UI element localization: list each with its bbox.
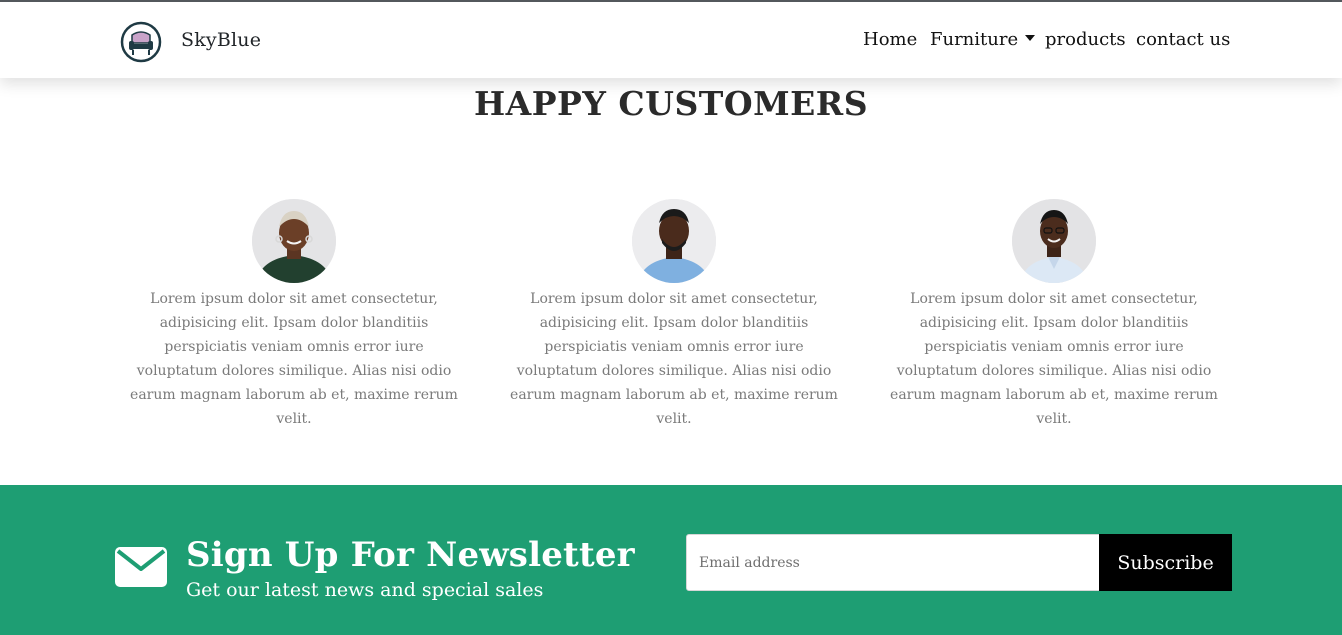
testimonial-text: Lorem ipsum dolor sit amet consectetur, …	[130, 291, 458, 427]
testimonial-text: Lorem ipsum dolor sit amet consectetur, …	[510, 291, 838, 427]
customer-man-avatar	[632, 199, 716, 283]
testimonial-text: Lorem ipsum dolor sit amet consectetur, …	[890, 291, 1218, 427]
newsletter-title: Sign Up For Newsletter	[186, 535, 635, 575]
testimonial-card: Lorem ipsum dolor sit amet consectetur, …	[504, 199, 844, 431]
brand-name[interactable]: SkyBlue	[181, 29, 261, 51]
nav-link-home[interactable]: Home	[863, 29, 917, 50]
newsletter-section: Sign Up For Newsletter Get our latest ne…	[0, 485, 1342, 635]
customer-woman-avatar	[252, 199, 336, 283]
nav-link-contact[interactable]: contact us	[1136, 29, 1230, 50]
nav-link-products[interactable]: products	[1045, 29, 1126, 50]
section-title: HAPPY CUSTOMERS	[473, 84, 869, 123]
newsletter-subtitle: Get our latest news and special sales	[186, 579, 544, 601]
customer-man-glasses-avatar	[1012, 199, 1096, 283]
subscribe-button[interactable]: Subscribe	[1099, 534, 1232, 591]
testimonial-card: Lorem ipsum dolor sit amet consectetur, …	[124, 199, 464, 431]
testimonial-card: Lorem ipsum dolor sit amet consectetur, …	[884, 199, 1224, 431]
dropdown-caret-icon	[1025, 35, 1036, 41]
navbar: SkyBlue Home Furniture products contact …	[0, 2, 1342, 78]
nav-link-furniture-label: Furniture	[930, 29, 1019, 50]
envelope-icon	[115, 547, 167, 587]
email-input[interactable]	[686, 534, 1100, 591]
armchair-logo-icon[interactable]	[120, 21, 162, 63]
nav-link-furniture[interactable]: Furniture	[930, 29, 1036, 50]
